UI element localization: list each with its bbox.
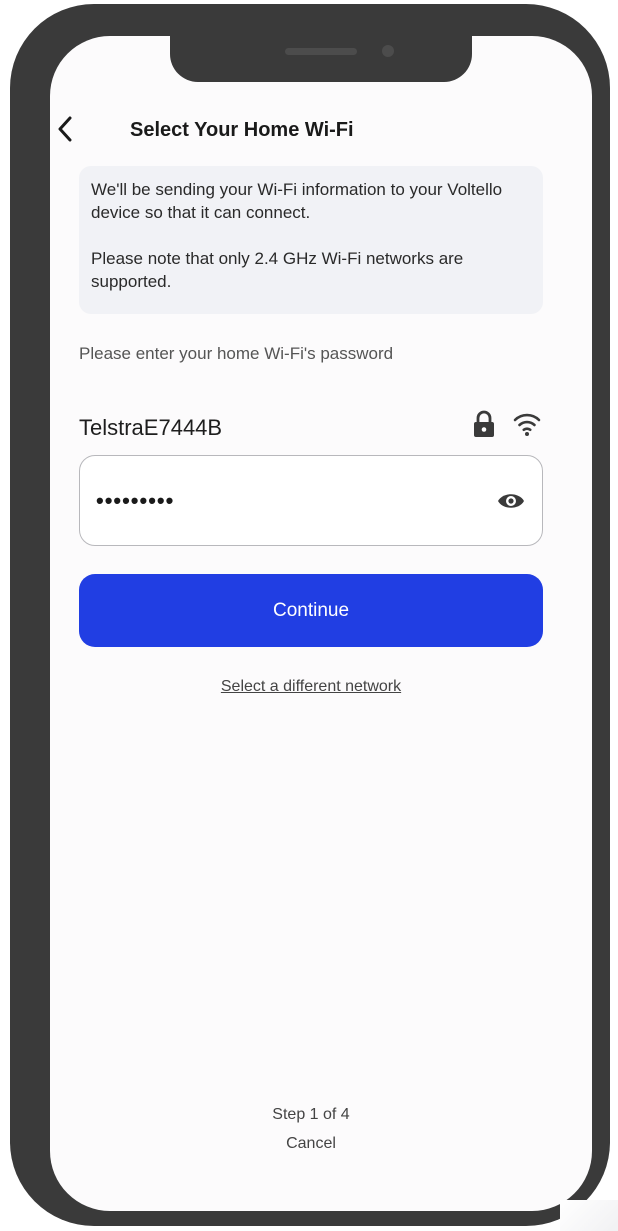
wifi-icon [513, 413, 541, 436]
select-different-network-link[interactable]: Select a different network [79, 676, 543, 698]
password-prompt: Please enter your home Wi-Fi's password [79, 344, 394, 363]
info-text-frequency-note: Please note that only 2.4 GHz Wi-Fi netw… [91, 249, 464, 291]
info-text-sending: We'll be sending your Wi-Fi information … [91, 180, 503, 222]
info-box: We'll be sending your Wi-Fi information … [79, 166, 543, 314]
password-input[interactable]: ••••••••• [96, 486, 174, 516]
front-camera [382, 45, 394, 57]
network-name: TelstraE7444B [79, 415, 223, 440]
password-field[interactable]: ••••••••• [79, 455, 543, 546]
back-button[interactable] [52, 114, 80, 144]
cancel-link[interactable]: Cancel [79, 1133, 543, 1155]
eye-icon[interactable] [496, 488, 526, 514]
phone-notch [170, 26, 472, 82]
lock-icon [474, 410, 494, 437]
continue-button[interactable]: Continue [79, 574, 543, 647]
step-indicator: Step 1 of 4 [272, 1106, 350, 1123]
chevron-left-icon [58, 116, 72, 142]
page-title: Select Your Home Wi-Fi [130, 119, 354, 141]
page-corner-shade [560, 1200, 618, 1231]
speaker-grille [285, 48, 357, 55]
